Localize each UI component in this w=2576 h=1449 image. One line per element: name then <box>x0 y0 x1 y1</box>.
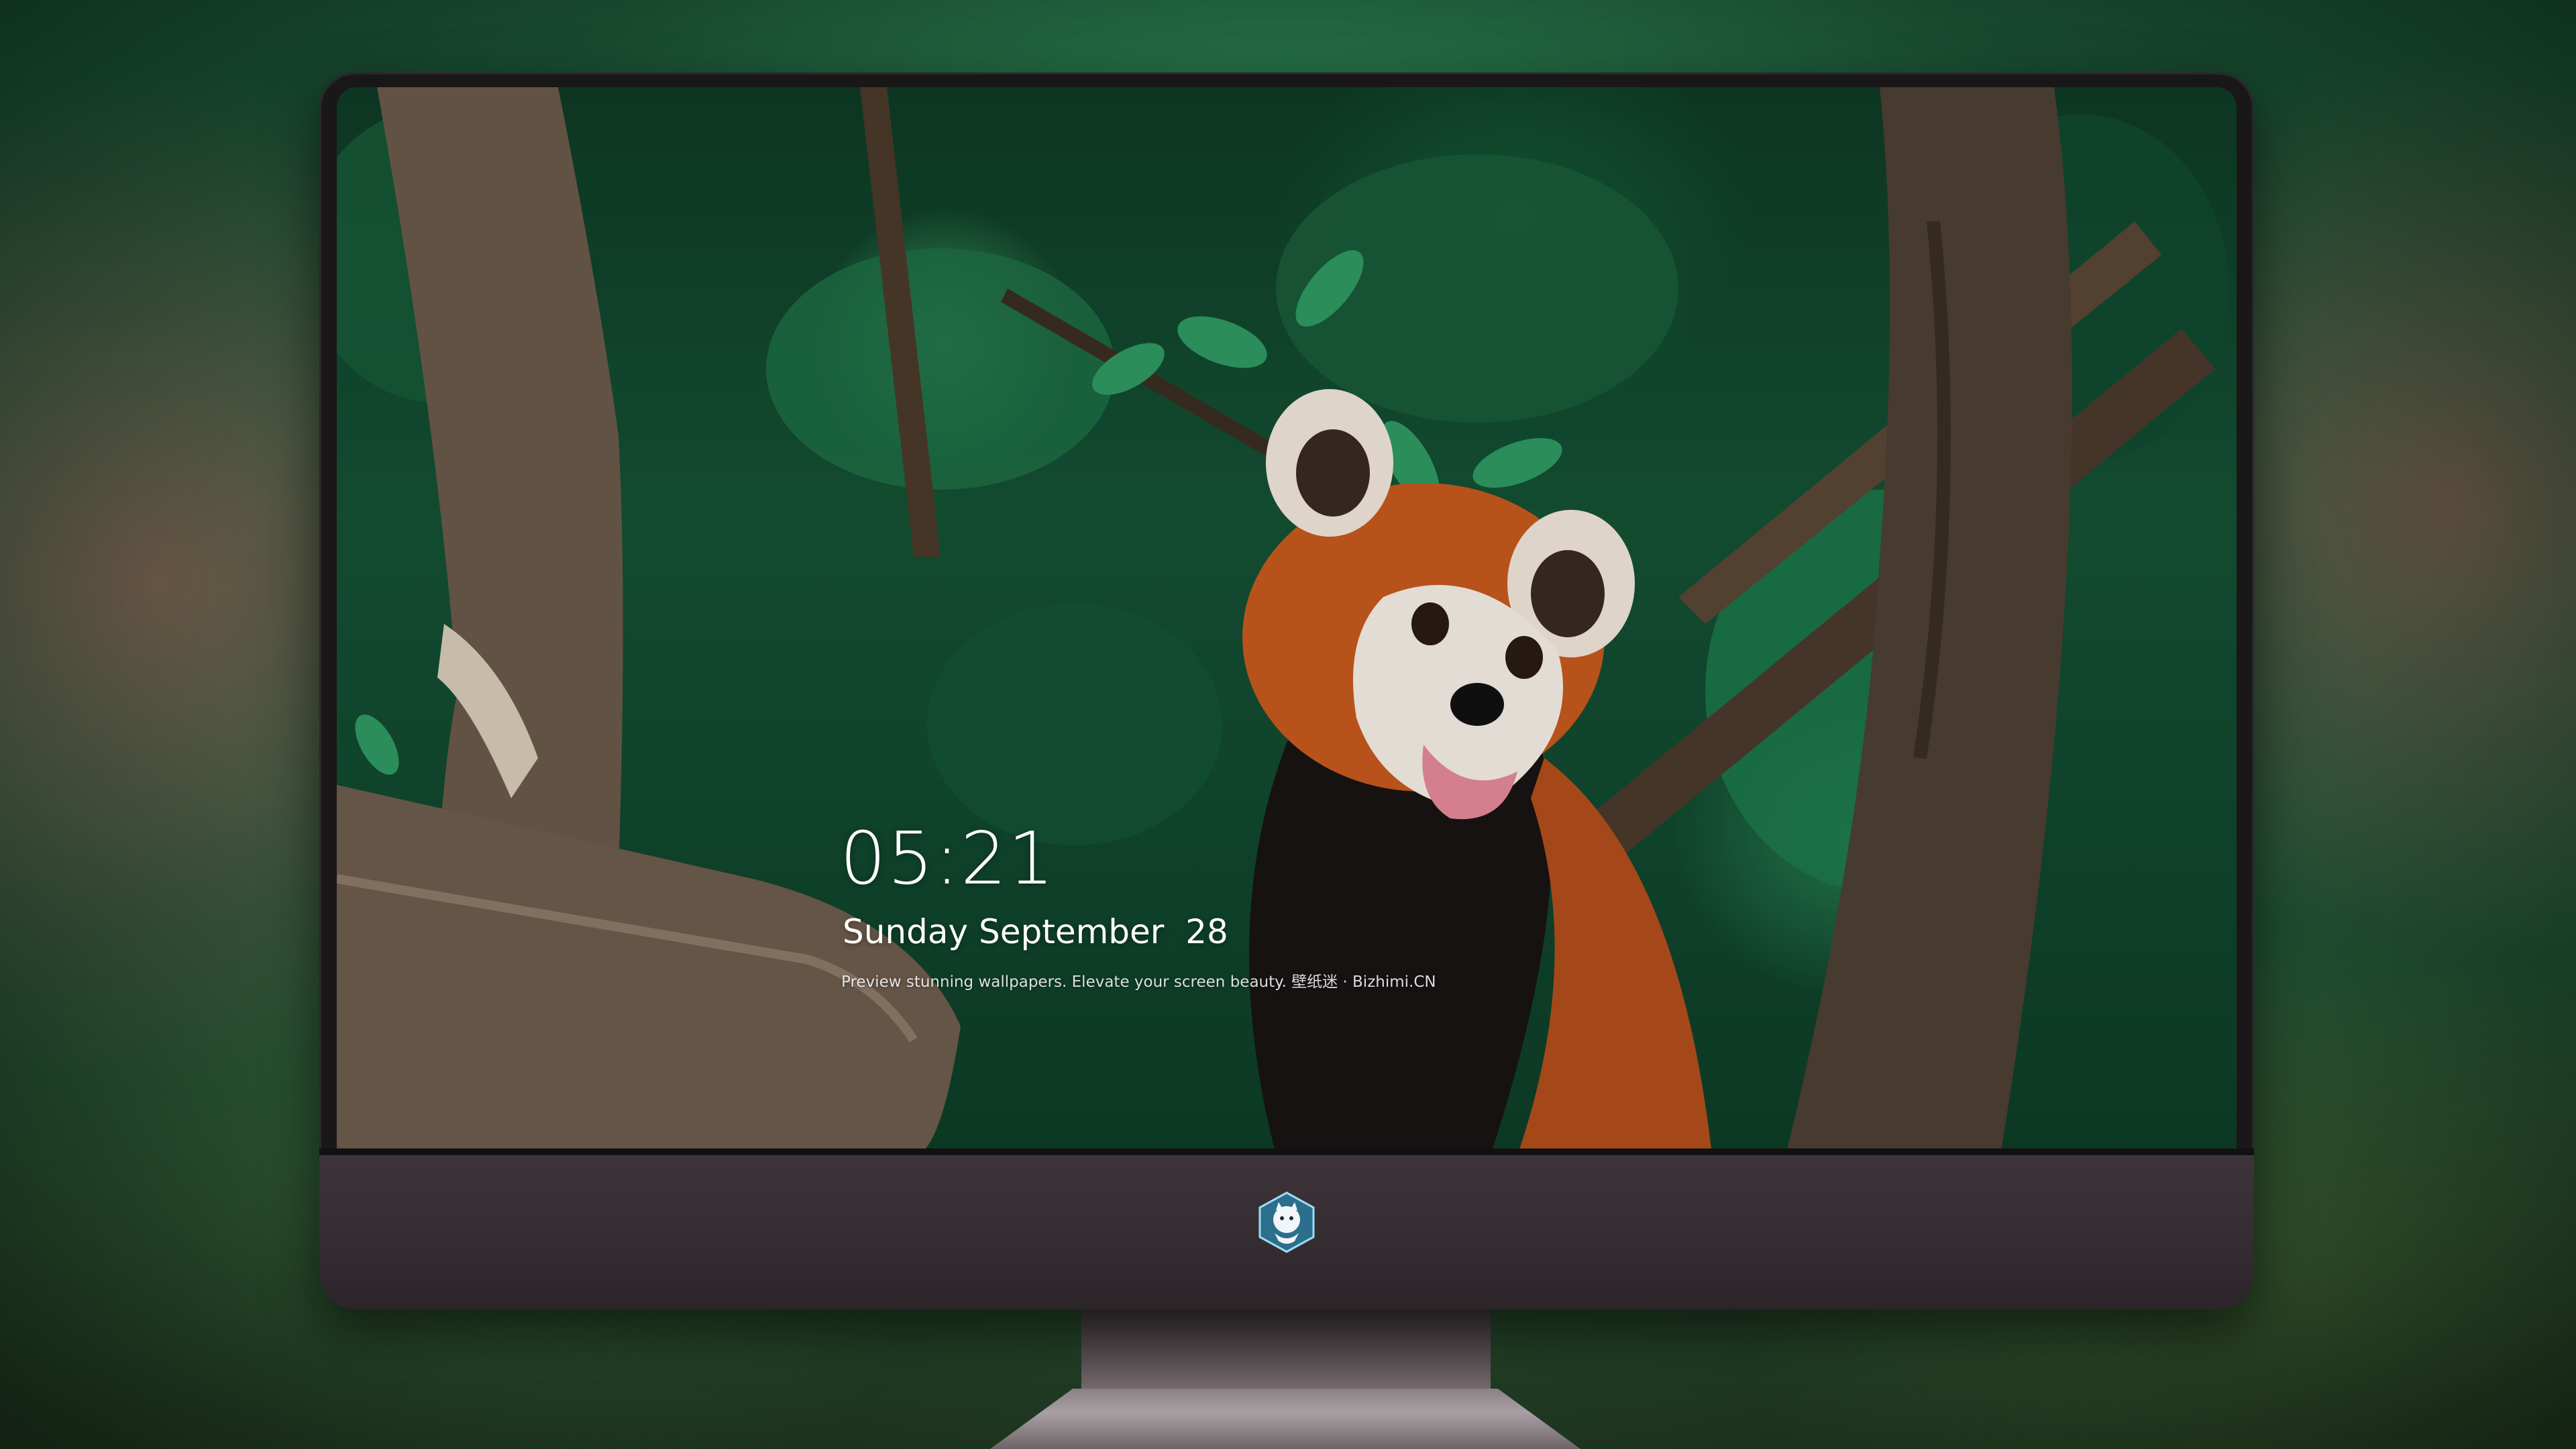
red-panda-wallpaper <box>337 87 2237 1155</box>
blurred-background: 05:21 Sunday September 28 Preview stunni… <box>0 0 2576 1449</box>
monitor-chin <box>319 1148 2254 1309</box>
lock-screen-clock: 05:21 <box>840 817 1056 901</box>
screen: 05:21 Sunday September 28 Preview stunni… <box>337 87 2237 1155</box>
brand-logo-icon <box>1258 1191 1315 1253</box>
monitor-stand-base <box>990 1389 1580 1449</box>
lock-screen-tagline: Preview stunning wallpapers. Elevate you… <box>841 973 1436 991</box>
monitor-stand-neck <box>1081 1308 1491 1395</box>
lock-screen-date: Sunday September 28 <box>843 912 1228 951</box>
monitor: 05:21 Sunday September 28 Preview stunni… <box>319 72 2254 1309</box>
